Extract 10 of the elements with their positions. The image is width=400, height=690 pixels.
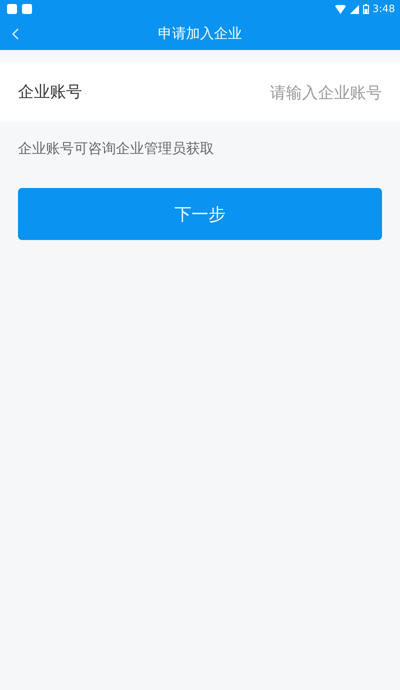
- signal-icon: [350, 4, 359, 14]
- wifi-icon: [334, 4, 346, 14]
- next-button[interactable]: 下一步: [18, 188, 382, 240]
- field-label: 企业账号: [18, 82, 82, 102]
- battery-icon: [362, 4, 369, 14]
- status-time: 3:48: [372, 4, 395, 14]
- hint-text: 企业账号可咨询企业管理员获取: [18, 140, 215, 158]
- back-icon[interactable]: [12, 28, 20, 40]
- page-title: 申请加入企业: [158, 25, 242, 43]
- input-field[interactable]: 请输入企业账号: [182, 82, 382, 102]
